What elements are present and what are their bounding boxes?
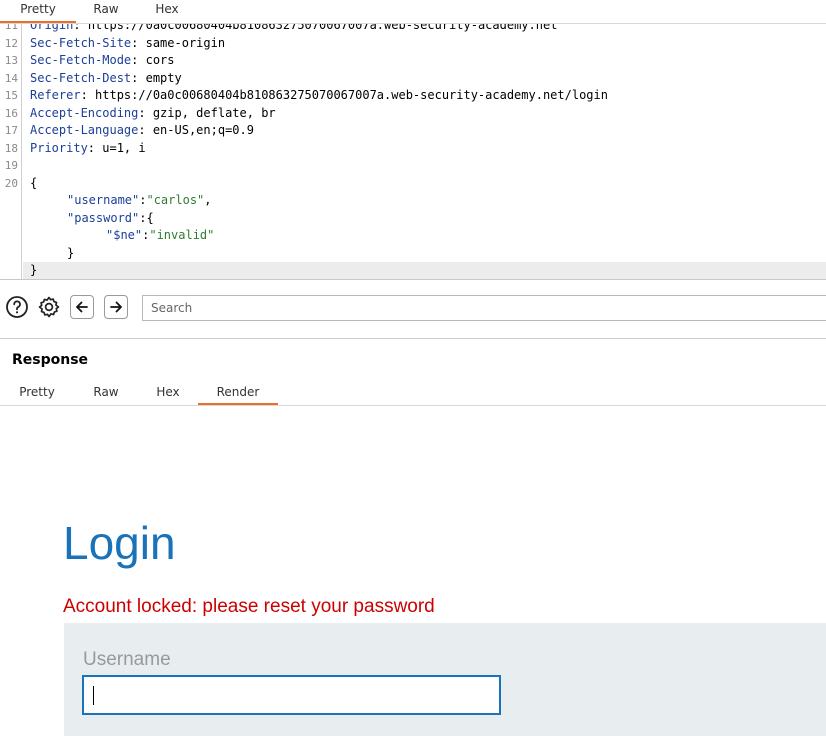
tab-pretty[interactable]: Pretty [0,0,76,23]
request-view-tabs: Pretty Raw Hex [0,0,826,24]
line-number: 13 [4,54,18,67]
header-value: gzip, deflate, br [152,105,276,120]
header-value: cors [145,53,175,67]
tab-hex[interactable]: Hex [136,0,198,23]
code-line: 20 { [0,175,826,193]
code-line: "username":"carlos", [67,193,212,207]
header-name: Sec-Fetch-Dest [30,70,132,85]
header-value: https://0a0c00680404b810863275070067007a… [95,88,608,102]
tab-response-pretty[interactable]: Pretty [0,383,74,405]
code-line: 13 Sec-Fetch-Mode: cors [0,52,826,70]
json-key-username: "username" [67,193,140,207]
panel-divider [0,338,826,339]
gear-icon[interactable] [37,295,61,319]
code-line: 16 Accept-Encoding: gzip, deflate, br [0,105,826,123]
current-code-line: } [23,262,826,279]
header-name: Origin [30,24,74,32]
line-number: 18 [4,141,18,155]
header-value: https://0a0c00680404b810863275070067007a… [87,24,558,32]
username-label: Username [83,649,171,670]
login-form: Username [64,623,826,736]
tab-response-hex[interactable]: Hex [138,383,198,405]
response-view-tabs: Pretty Raw Hex Render [0,383,826,406]
rendered-response: Login Account locked: please reset your … [0,406,826,736]
json-key-password: "password" [67,210,140,225]
code-line: 12 Sec-Fetch-Site: same-origin [0,35,826,53]
code-line: 14 Sec-Fetch-Dest: empty [0,70,826,88]
line-number: 11 [4,24,18,32]
line-number: 15 [4,89,18,102]
line-number: 17 [4,124,18,137]
response-panel-title: Response [12,352,89,368]
text-caret [93,686,94,705]
header-value: empty [145,70,182,85]
line-number: 12 [4,36,18,50]
code-line: 15 Referer: https://0a0c00680404b8108632… [0,87,826,105]
header-name: Sec-Fetch-Mode [30,53,132,67]
line-number: 19 [4,159,18,172]
code-line: } [0,245,826,263]
header-name: Referer [30,88,81,102]
code-line: "$ne":"invalid" [106,228,215,242]
code-line: 11 Origin: https://0a0c00680404b81086327… [0,24,826,35]
tab-response-raw[interactable]: Raw [74,383,138,405]
json-value-ne: "invalid" [149,228,215,242]
line-number: 16 [4,106,18,120]
header-name: Accept-Encoding [30,105,139,120]
help-circle-icon[interactable] [5,295,29,319]
line-number: 14 [4,71,18,85]
page-title: Login [63,517,176,569]
username-input[interactable] [82,675,501,715]
header-value: u=1, i [102,140,146,155]
json-close-brace: } [30,263,38,277]
code-line: 19 [0,157,826,175]
json-inner-close-brace: } [67,245,75,260]
header-name: Sec-Fetch-Site [30,35,132,50]
code-line: 17 Accept-Language: en-US,en;q=0.9 [0,122,826,140]
editor-toolbar [0,292,826,324]
header-name: Accept-Language [30,123,139,137]
header-name: Priority [30,140,88,155]
arrow-right-icon[interactable] [104,295,128,319]
tab-response-render[interactable]: Render [198,383,278,405]
json-open-brace: { [30,175,38,190]
tab-raw[interactable]: Raw [76,0,136,23]
error-message: Account locked: please reset your passwo… [63,596,435,617]
search-input[interactable] [142,295,826,321]
line-number: 20 [4,176,18,190]
header-value: en-US,en;q=0.9 [152,123,254,137]
json-key-ne: "$ne" [106,228,143,242]
header-value: same-origin [145,35,226,50]
json-value-username: "carlos" [146,193,205,207]
request-editor[interactable]: 11 Origin: https://0a0c00680404b81086327… [0,24,826,280]
code-line: "password":{ [67,210,154,225]
code-line: 18 Priority: u=1, i [0,140,826,158]
arrow-left-icon[interactable] [70,295,94,319]
